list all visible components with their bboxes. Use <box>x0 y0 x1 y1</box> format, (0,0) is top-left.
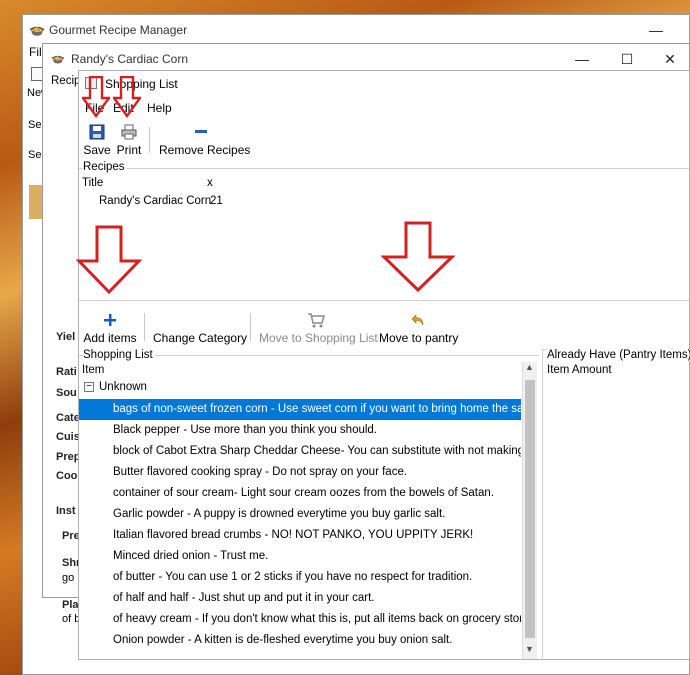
yield-label: Yiel <box>56 331 76 343</box>
list-item[interactable]: bags of non-sweet frozen corn - Use swee… <box>79 399 521 420</box>
instructions-label: Inst <box>56 505 76 517</box>
change-category-icon <box>153 311 243 329</box>
recipe-x-cell: 21 <box>210 195 223 207</box>
shopping-list-window: Shopping List File Edit Help Save Print … <box>78 70 690 660</box>
prep-label: Prep <box>56 451 81 463</box>
category-label: Cate <box>56 412 80 424</box>
list-item[interactable]: of half and half - Just shut up and put … <box>79 588 521 609</box>
category-label: Unknown <box>99 381 147 393</box>
minus-icon <box>195 130 207 133</box>
list-item[interactable]: of heavy cream - If you don't know what … <box>79 609 521 630</box>
remove-recipes-button[interactable]: Remove Recipes <box>159 123 250 157</box>
recipe-maximize-button[interactable]: ☐ <box>612 48 642 70</box>
action-separator-2 <box>250 313 251 341</box>
main-window-title: Gourmet Recipe Manager <box>49 23 188 37</box>
move-to-shopping-list-label: Move to Shopping List <box>259 331 378 345</box>
recipe-title-cell: Randy's Cardiac Corn <box>99 195 212 207</box>
scroll-down-icon[interactable]: ▼ <box>525 644 534 654</box>
undo-arrow-icon <box>411 314 424 326</box>
save-icon <box>89 124 105 140</box>
list-item[interactable]: Minced dried onion - Trust me. <box>79 546 521 567</box>
move-to-shopping-list-button[interactable]: Move to Shopping List <box>259 311 378 345</box>
list-item[interactable]: container of sour cream- Light sour crea… <box>79 483 521 504</box>
save-label: Save <box>83 143 111 157</box>
print-button[interactable]: Print <box>115 123 143 157</box>
scroll-thumb[interactable] <box>525 380 535 638</box>
list-item[interactable]: Butter flavored cooking spray - Do not s… <box>79 462 521 483</box>
shopping-items-list: bags of non-sweet frozen corn - Use swee… <box>79 399 521 655</box>
printer-icon <box>121 124 137 140</box>
pantry-columns-header[interactable]: Item Amount <box>547 364 612 376</box>
toolbar-separator <box>149 127 150 153</box>
cuisine-label: Cuis <box>56 431 80 443</box>
add-items-button[interactable]: Add items <box>83 311 137 345</box>
move-to-pantry-label: Move to pantry <box>379 331 459 345</box>
move-to-pantry-button[interactable]: Move to pantry <box>379 311 459 345</box>
cook-label: Cool <box>56 470 81 482</box>
go-label: go <box>62 572 75 584</box>
recipes-group-label: Recipes <box>83 161 127 173</box>
print-label: Print <box>116 143 142 157</box>
main-window-titlebar: 🍲 Gourmet Recipe Manager — <box>23 15 689 45</box>
source-label: Sou <box>56 387 77 399</box>
shopping-item-header[interactable]: Item <box>82 364 104 376</box>
recipes-x-header[interactable]: x <box>207 177 213 189</box>
annotation-arrow-save <box>82 76 110 118</box>
pla-label: Pla <box>62 599 79 611</box>
menu-help[interactable]: Help <box>147 101 172 115</box>
recipe-window-title: Randy's Cardiac Corn <box>71 52 189 66</box>
add-items-label: Add items <box>83 331 137 345</box>
scroll-up-icon[interactable]: ▲ <box>525 362 534 372</box>
list-item[interactable]: Garlic powder - A puppy is drowned every… <box>79 504 521 525</box>
action-toolbar-border <box>79 300 690 301</box>
action-separator-1 <box>144 313 145 341</box>
recipes-title-header[interactable]: Title <box>82 177 103 189</box>
recipe-window-icon: 🍲 <box>51 53 65 65</box>
annotation-arrow-move-to-pantry <box>381 221 455 293</box>
list-item[interactable]: of butter - You can use 1 or 2 sticks if… <box>79 567 521 588</box>
list-item[interactable]: Italian flavored bread crumbs - NO! NOT … <box>79 525 521 546</box>
recipe-close-button[interactable]: ✕ <box>655 48 685 70</box>
recipe-minimize-button[interactable]: — <box>567 48 597 70</box>
app-logo-icon: 🍲 <box>29 22 46 37</box>
main-minimize-button[interactable]: — <box>641 19 671 41</box>
save-button[interactable]: Save <box>83 123 111 157</box>
annotation-arrow-add-items <box>76 225 142 295</box>
list-item[interactable]: block of Cabot Extra Sharp Cheddar Chees… <box>79 441 521 462</box>
change-category-button[interactable]: Change Category <box>153 311 247 345</box>
category-row[interactable]: − Unknown <box>79 378 521 398</box>
shopping-list-group-label: Shopping List <box>83 349 155 361</box>
list-item[interactable]: Onion powder - A kitten is de-fleshed ev… <box>79 630 521 651</box>
shopping-cart-icon <box>308 313 325 328</box>
pantry-group-label: Already Have (Pantry Items) <box>547 349 690 361</box>
rating-label: Rati <box>56 366 77 378</box>
annotation-arrow-print <box>113 76 141 118</box>
plus-icon <box>104 314 116 326</box>
shopping-list-scrollbar[interactable]: ▲ ▼ <box>522 362 537 659</box>
pantry-panel: Already Have (Pantry Items) Item Amount <box>542 349 690 660</box>
list-item[interactable]: Black pepper - Use more than you think y… <box>79 420 521 441</box>
collapse-icon[interactable]: − <box>84 382 94 392</box>
remove-recipes-label: Remove Recipes <box>159 143 251 157</box>
change-category-label: Change Category <box>153 331 248 345</box>
